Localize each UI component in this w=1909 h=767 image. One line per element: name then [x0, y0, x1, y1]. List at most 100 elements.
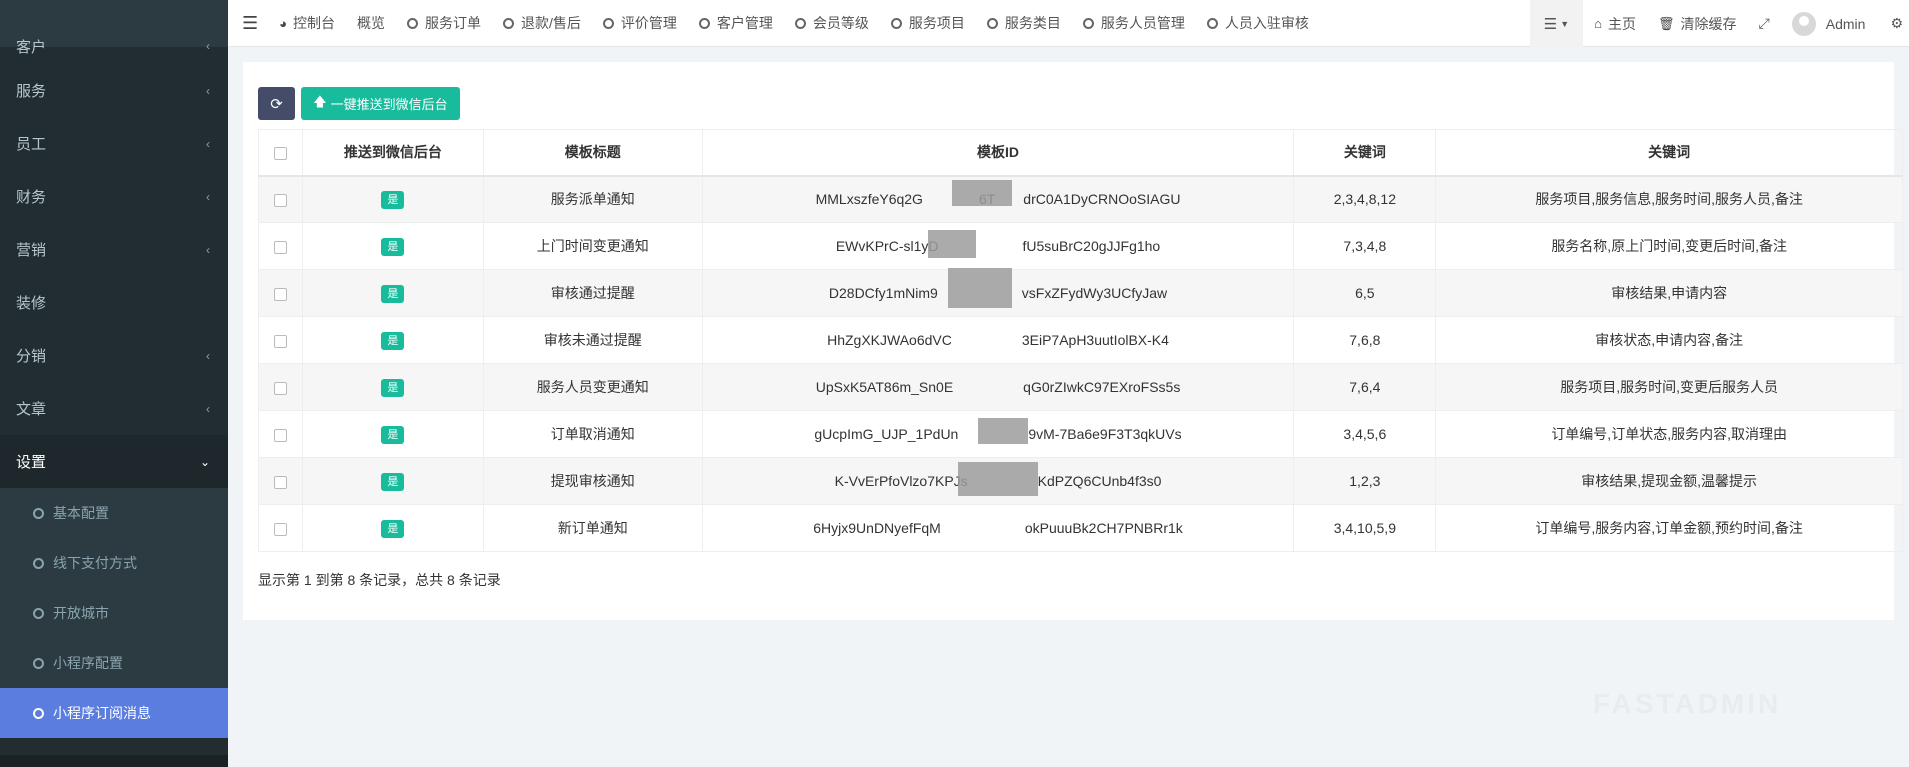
- fullscreen-button[interactable]: ⤢: [1748, 0, 1781, 47]
- template-id-cell: HhZgXKJWAo6dVC 3EiP7ApH3uutIolBX-K4: [701, 316, 1295, 364]
- circle-icon: [33, 707, 44, 719]
- sidebar-item-article[interactable]: 文章 ‹: [0, 382, 228, 435]
- circle-icon: [33, 657, 44, 669]
- sidebar-subitem-offline-payment[interactable]: 线下支付方式: [0, 538, 228, 588]
- nav-staff-onboarding[interactable]: 人员入驻审核: [1196, 0, 1320, 47]
- row-checkbox[interactable]: [273, 475, 287, 489]
- nav-member-levels[interactable]: 会员等级: [784, 0, 880, 47]
- nav-label: 控制台: [293, 15, 335, 31]
- refresh-button[interactable]: ⟳: [258, 87, 295, 120]
- status-badge: 是: [381, 519, 405, 538]
- nav-clear-cache[interactable]: 🗑 清除缓存: [1647, 0, 1748, 47]
- chevron-left-icon: ‹: [206, 189, 210, 204]
- circle-icon: [890, 17, 902, 29]
- menu-dropdown-button[interactable]: ☰ ▼: [1529, 0, 1584, 47]
- keyword-ids-cell: 7,6,8: [1293, 316, 1437, 364]
- row-select-cell: [258, 504, 303, 552]
- row-checkbox[interactable]: [273, 194, 287, 208]
- row-select-cell: [258, 316, 303, 364]
- column-header[interactable]: 关键词: [1293, 129, 1437, 177]
- pushed-cell: 是: [301, 410, 484, 458]
- column-header[interactable]: 推送到微信后台: [301, 129, 484, 177]
- template-title-cell: 审核通过提醒: [482, 269, 703, 317]
- push-button-label: 一键推送到微信后台: [330, 97, 448, 112]
- nav-staff-management[interactable]: 服务人员管理: [1072, 0, 1196, 47]
- table-header-row: 推送到微信后台 模板标题 模板ID 关键词 关键词: [258, 129, 1903, 177]
- chevron-left-icon: ‹: [206, 83, 210, 98]
- push-to-wechat-button[interactable]: 🡅 一键推送到微信后台: [301, 87, 460, 120]
- column-header[interactable]: 关键词: [1435, 129, 1903, 177]
- sidebar-subitem-label: 开放城市: [53, 605, 109, 621]
- subscription-template-table: 推送到微信后台 模板标题 模板ID 关键词 关键词 是服务派单通知 MMLxszf…: [258, 129, 1903, 552]
- circle-icon: [33, 507, 44, 519]
- nav-service-orders[interactable]: 服务订单: [396, 0, 492, 47]
- row-checkbox[interactable]: [273, 334, 287, 348]
- sidebar-item-staff[interactable]: 员工 ‹: [0, 117, 228, 170]
- redaction-overlay: [948, 268, 1012, 308]
- nav-home[interactable]: ⌂ 主页: [1583, 0, 1647, 47]
- settings-button[interactable]: ⚙: [1876, 0, 1909, 47]
- nav-label: 评价管理: [620, 15, 677, 31]
- sidebar-subitem-subscription-messages[interactable]: 小程序订阅消息: [0, 688, 228, 738]
- column-header[interactable]: 模板标题: [482, 129, 703, 177]
- sidebar-item-label: 财务: [16, 189, 47, 206]
- sidebar-item-customer[interactable]: 客户 ‹: [0, 28, 228, 64]
- sidebar-item-label: 文章: [16, 401, 47, 418]
- nav-label: 会员等级: [812, 15, 869, 31]
- sidebar-item-label: 装修: [16, 295, 47, 312]
- column-header[interactable]: 模板ID: [701, 129, 1295, 177]
- nav-refunds[interactable]: 退款/售后: [492, 0, 592, 47]
- keywords-cell: 服务项目,服务时间,变更后服务人员: [1435, 363, 1903, 411]
- redaction-overlay: [952, 180, 1012, 206]
- nav-overview[interactable]: 概览: [346, 0, 396, 47]
- nav-label: 清除缓存: [1680, 15, 1737, 32]
- user-menu[interactable]: Admin: [1781, 0, 1877, 47]
- sidebar-subitem-label: 小程序订阅消息: [53, 705, 151, 721]
- list-icon: ☰: [1543, 15, 1558, 33]
- pushed-cell: 是: [301, 457, 484, 505]
- redaction-overlay: [928, 230, 976, 258]
- sidebar-subitem-open-cities[interactable]: 开放城市: [0, 588, 228, 638]
- sidebar-item-finance[interactable]: 财务 ‹: [0, 170, 228, 223]
- nav-label: 服务订单: [425, 15, 481, 31]
- row-checkbox[interactable]: [273, 381, 287, 395]
- fullscreen-icon: ⤢: [1758, 15, 1770, 31]
- sidebar-item-decoration[interactable]: 装修: [0, 276, 228, 329]
- keywords-cell: 服务项目,服务信息,服务时间,服务人员,备注: [1435, 175, 1903, 223]
- sidebar-toggle-button[interactable]: ☰: [228, 0, 268, 47]
- chevron-left-icon: ‹: [206, 39, 210, 53]
- status-badge: 是: [381, 284, 405, 303]
- template-title-cell: 订单取消通知: [482, 410, 703, 458]
- row-checkbox[interactable]: [273, 240, 287, 254]
- keyword-ids-cell: 3,4,10,5,9: [1293, 504, 1437, 552]
- sidebar-item-marketing[interactable]: 营销 ‹: [0, 223, 228, 276]
- sidebar-subitem-label: 线下支付方式: [53, 555, 137, 571]
- keywords-cell: 审核结果,提现金额,温馨提示: [1435, 457, 1903, 505]
- row-checkbox[interactable]: [273, 428, 287, 442]
- sidebar-item-service[interactable]: 服务 ‹: [0, 64, 228, 117]
- top-navbar: ☰ ◕ 控制台 概览 服务订单 退款/售后 评价管理 客户管理 会员等级 服务项…: [228, 0, 1909, 47]
- nav-service-categories[interactable]: 服务类目: [976, 0, 1072, 47]
- table-row: 是服务派单通知MMLxszfeY6q2G 6T drC0A1DyCRNOoSIA…: [258, 175, 1903, 223]
- sidebar-item-distribution[interactable]: 分销 ‹: [0, 329, 228, 382]
- home-icon: ⌂: [1594, 16, 1603, 31]
- nav-label: 服务类目: [1004, 15, 1061, 31]
- nav-customers[interactable]: 客户管理: [688, 0, 784, 47]
- row-checkbox[interactable]: [273, 522, 287, 536]
- keyword-ids-cell: 6,5: [1293, 269, 1437, 317]
- nav-dashboard[interactable]: ◕ 控制台: [268, 0, 346, 47]
- hamburger-icon: ☰: [242, 12, 259, 33]
- sidebar-item-settings[interactable]: 设置 ⌄: [0, 435, 228, 488]
- sidebar-bottom-strip: [0, 755, 228, 767]
- select-all-checkbox[interactable]: [273, 147, 287, 161]
- nav-label: 客户管理: [716, 15, 773, 31]
- chevron-left-icon: ‹: [206, 348, 210, 363]
- nav-service-items[interactable]: 服务项目: [880, 0, 976, 47]
- row-checkbox[interactable]: [273, 287, 287, 301]
- nav-reviews[interactable]: 评价管理: [592, 0, 688, 47]
- status-badge: 是: [381, 237, 405, 256]
- sidebar-subitem-miniprogram-config[interactable]: 小程序配置: [0, 638, 228, 688]
- pagination-summary: 显示第 1 到第 8 条记录，总共 8 条记录: [258, 572, 501, 588]
- sidebar-subitem-basic-config[interactable]: 基本配置: [0, 488, 228, 538]
- redaction-overlay: [958, 462, 1038, 496]
